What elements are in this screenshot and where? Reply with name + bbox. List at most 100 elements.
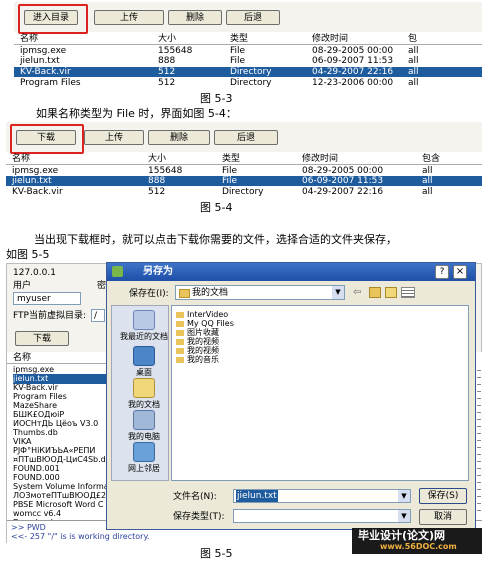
- cancel-button[interactable]: 取消: [419, 509, 467, 525]
- table-row[interactable]: ipmsg.exe 155648 File 08-29-2005 00:00 all: [14, 46, 482, 56]
- nav-my-computer[interactable]: 我的电脑: [120, 410, 168, 441]
- upload-button[interactable]: 上传: [84, 130, 144, 145]
- paragraph-text: 如图 5-5: [6, 248, 50, 261]
- folder-item[interactable]: 我的音乐: [176, 355, 219, 364]
- file-list: 名称 大小 类型 修改时间 包 ipmsg.exe 155648 File 08-29…: [14, 34, 482, 90]
- network-icon: [133, 442, 155, 462]
- delete-button[interactable]: 删除: [168, 10, 222, 25]
- filename-field[interactable]: jielun.txt ▼: [233, 489, 411, 503]
- folder-item[interactable]: My QQ Files: [176, 319, 234, 328]
- folder-icon: [176, 356, 184, 363]
- delete-button[interactable]: 删除: [148, 130, 210, 145]
- header-name[interactable]: 名称: [12, 154, 30, 164]
- filename-label: 文件名(N):: [173, 492, 217, 502]
- header-contains[interactable]: 包含: [422, 154, 440, 164]
- folder-icon: [176, 320, 184, 327]
- file-area: InterVideo My QQ Files 图片收藏 我的视频 我的视频 我的…: [171, 305, 469, 481]
- caption-5-4: 图 5-4: [200, 201, 233, 214]
- header-size[interactable]: 大小: [148, 154, 166, 164]
- folder-item[interactable]: InterVideo: [176, 310, 228, 319]
- folder-icon: [176, 311, 184, 318]
- save-as-dialog: 另存为 ? × 保存在(I): 我的文档 ▼ ⇦ 我最近的文档 桌面 我的文档 …: [106, 262, 476, 530]
- nav-network[interactable]: 网上邻居: [120, 442, 168, 473]
- log-line: <<- 257 "/" is is working directory.: [11, 532, 150, 541]
- ftp-dir-field[interactable]: /: [91, 309, 105, 322]
- user-field[interactable]: myuser: [13, 292, 81, 305]
- header-modified[interactable]: 修改时间: [302, 154, 338, 164]
- back-button[interactable]: 后退: [214, 130, 278, 145]
- log-line: >> PWD: [11, 523, 46, 532]
- header-divider: [6, 164, 482, 165]
- header-type[interactable]: 类型: [230, 34, 248, 44]
- back-button[interactable]: 后退: [226, 10, 280, 25]
- nav-desktop[interactable]: 桌面: [120, 346, 168, 377]
- header-modified[interactable]: 修改时间: [312, 34, 348, 44]
- folder-icon: [176, 338, 184, 345]
- chevron-down-icon[interactable]: ▼: [332, 286, 344, 299]
- table-row-selected[interactable]: KV-Back.vir 512 Directory 04-29-2007 22:16 a…: [14, 67, 482, 77]
- watermark-title: 毕业设计(论文)网: [358, 529, 446, 542]
- header-size[interactable]: 大小: [158, 34, 176, 44]
- save-button[interactable]: 保存(S): [419, 488, 467, 504]
- chevron-down-icon[interactable]: ▼: [398, 510, 410, 522]
- dialog-titlebar: 另存为 ? ×: [107, 263, 475, 281]
- download-button[interactable]: 下载: [16, 130, 76, 145]
- my-documents-icon: [133, 378, 155, 398]
- nav-my-documents[interactable]: 我的文档: [120, 378, 168, 409]
- header-type[interactable]: 类型: [222, 154, 240, 164]
- watermark: 毕业设计(论文)网 www.56DOC.com: [352, 528, 482, 554]
- close-button[interactable]: ×: [453, 265, 467, 279]
- ftp-dir-label: FTP当前虚拟目录:: [13, 311, 86, 321]
- up-folder-icon[interactable]: [369, 287, 381, 298]
- folder-icon: [176, 347, 184, 354]
- file-list: 名称 大小 类型 修改时间 包含 ipmsg.exe 155648 File 08-2…: [6, 154, 482, 198]
- header-contains[interactable]: 包: [408, 34, 417, 44]
- upload-button[interactable]: 上传: [94, 10, 164, 25]
- folder-icon: [179, 289, 190, 298]
- filetype-label: 保存类型(T):: [173, 512, 225, 522]
- table-row[interactable]: jielun.txt 888 File 06-09-2007 11:53 all: [14, 56, 482, 66]
- table-row[interactable]: Program Files 512 Directory 12-23-2006 00:0…: [14, 78, 482, 88]
- my-computer-icon: [133, 410, 155, 430]
- paragraph-text: 如果名称类型为 File 时，界面如图 5-4：: [36, 107, 237, 120]
- header-divider: [14, 44, 482, 45]
- watermark-url: www.56DOC.com: [380, 542, 457, 551]
- app-icon: [112, 266, 123, 277]
- folder-item[interactable]: 我的视频: [176, 346, 219, 355]
- header-name[interactable]: 名称: [13, 353, 31, 363]
- help-button[interactable]: ?: [435, 265, 449, 279]
- view-menu-icon[interactable]: [401, 287, 415, 298]
- table-row-selected[interactable]: jielun.txt 888 File 06-09-2007 11:53 all: [6, 176, 482, 186]
- folder-icon: [176, 329, 184, 336]
- caption-5-3: 图 5-3: [200, 92, 233, 105]
- nav-recent[interactable]: 我最近的文档: [120, 310, 168, 341]
- list-edge: [477, 364, 481, 514]
- download-button[interactable]: 下载: [15, 331, 69, 346]
- save-in-select[interactable]: 我的文档 ▼: [175, 285, 345, 300]
- figure-5-4: 下载 上传 删除 后退 名称 大小 类型 修改时间 包含 ipmsg.exe 15…: [6, 122, 482, 198]
- save-in-value: 我的文档: [192, 288, 229, 298]
- folder-item[interactable]: 我的视频: [176, 337, 219, 346]
- recent-docs-icon: [133, 310, 155, 330]
- enter-dir-button[interactable]: 进入目录: [24, 10, 78, 25]
- figure-5-3: 进入目录 上传 删除 后退 名称 大小 类型 修改时间 包 ipmsg.exe 1…: [14, 2, 482, 90]
- filename-value: jielun.txt: [236, 490, 278, 502]
- password-label: 密: [97, 281, 107, 291]
- dialog-title: 另存为: [143, 266, 173, 277]
- user-label: 用户: [13, 281, 32, 291]
- server-ip-field[interactable]: 127.0.0.1: [13, 267, 73, 279]
- header-divider: [7, 363, 107, 364]
- back-arrow-icon[interactable]: ⇦: [353, 287, 365, 299]
- paragraph-text: 当出现下载框时，就可以点击下载你需要的文件，选择合适的文件夹保存，: [34, 233, 397, 246]
- caption-5-5: 图 5-5: [200, 547, 233, 560]
- save-in-label: 保存在(I):: [129, 289, 169, 299]
- new-folder-icon[interactable]: [385, 287, 397, 298]
- table-row[interactable]: ipmsg.exe 155648 File 08-29-2005 00:00 all: [6, 166, 482, 176]
- filetype-select[interactable]: ▼: [233, 509, 411, 523]
- header-name[interactable]: 名称: [20, 34, 38, 44]
- chevron-down-icon[interactable]: ▼: [398, 490, 410, 502]
- table-row[interactable]: KV-Back.vir 512 Directory 04-29-2007 22:16 a…: [6, 187, 482, 197]
- folder-item[interactable]: 图片收藏: [176, 328, 219, 337]
- desktop-icon: [133, 346, 155, 366]
- places-bar: 我最近的文档 桌面 我的文档 我的电脑 网上邻居: [111, 305, 169, 481]
